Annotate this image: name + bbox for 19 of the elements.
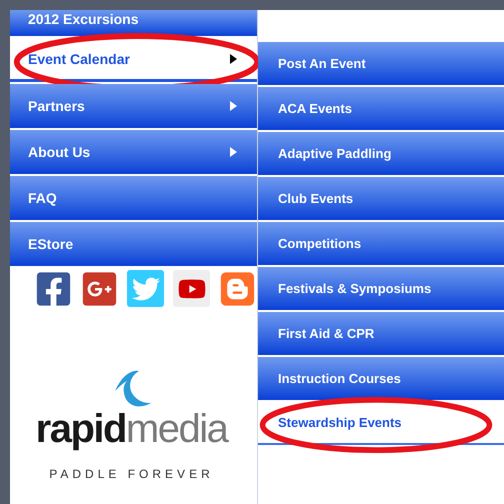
submenu-item[interactable]: Competitions [258, 222, 504, 265]
menu-item[interactable]: 2012 Excursions [10, 10, 257, 36]
brand-logo-text: rapidmedia [36, 409, 228, 449]
google-plus-icon[interactable] [81, 270, 118, 307]
blogger-icon[interactable] [219, 270, 256, 307]
submenu-item[interactable]: Adaptive Paddling [258, 132, 504, 175]
submenu-item[interactable]: Festivals & Symposiums [258, 267, 504, 310]
menu-item[interactable]: Partners [10, 84, 257, 128]
submenu-item[interactable]: First Aid & CPR [258, 312, 504, 355]
menu-item[interactable]: About Us [10, 130, 257, 174]
youtube-icon[interactable] [173, 270, 210, 307]
menu-item[interactable]: FAQ [10, 176, 257, 220]
tagline: PADDLE FOREVER [49, 466, 214, 483]
submenu-item[interactable]: Post An Event [258, 42, 504, 85]
submenu-item[interactable]: Instruction Courses [258, 357, 504, 400]
submenu-item[interactable]: Club Events [258, 177, 504, 220]
facebook-icon[interactable] [35, 270, 72, 307]
menu-item[interactable]: EStore [10, 222, 257, 266]
submenu-item[interactable]: ACA Events [258, 87, 504, 130]
